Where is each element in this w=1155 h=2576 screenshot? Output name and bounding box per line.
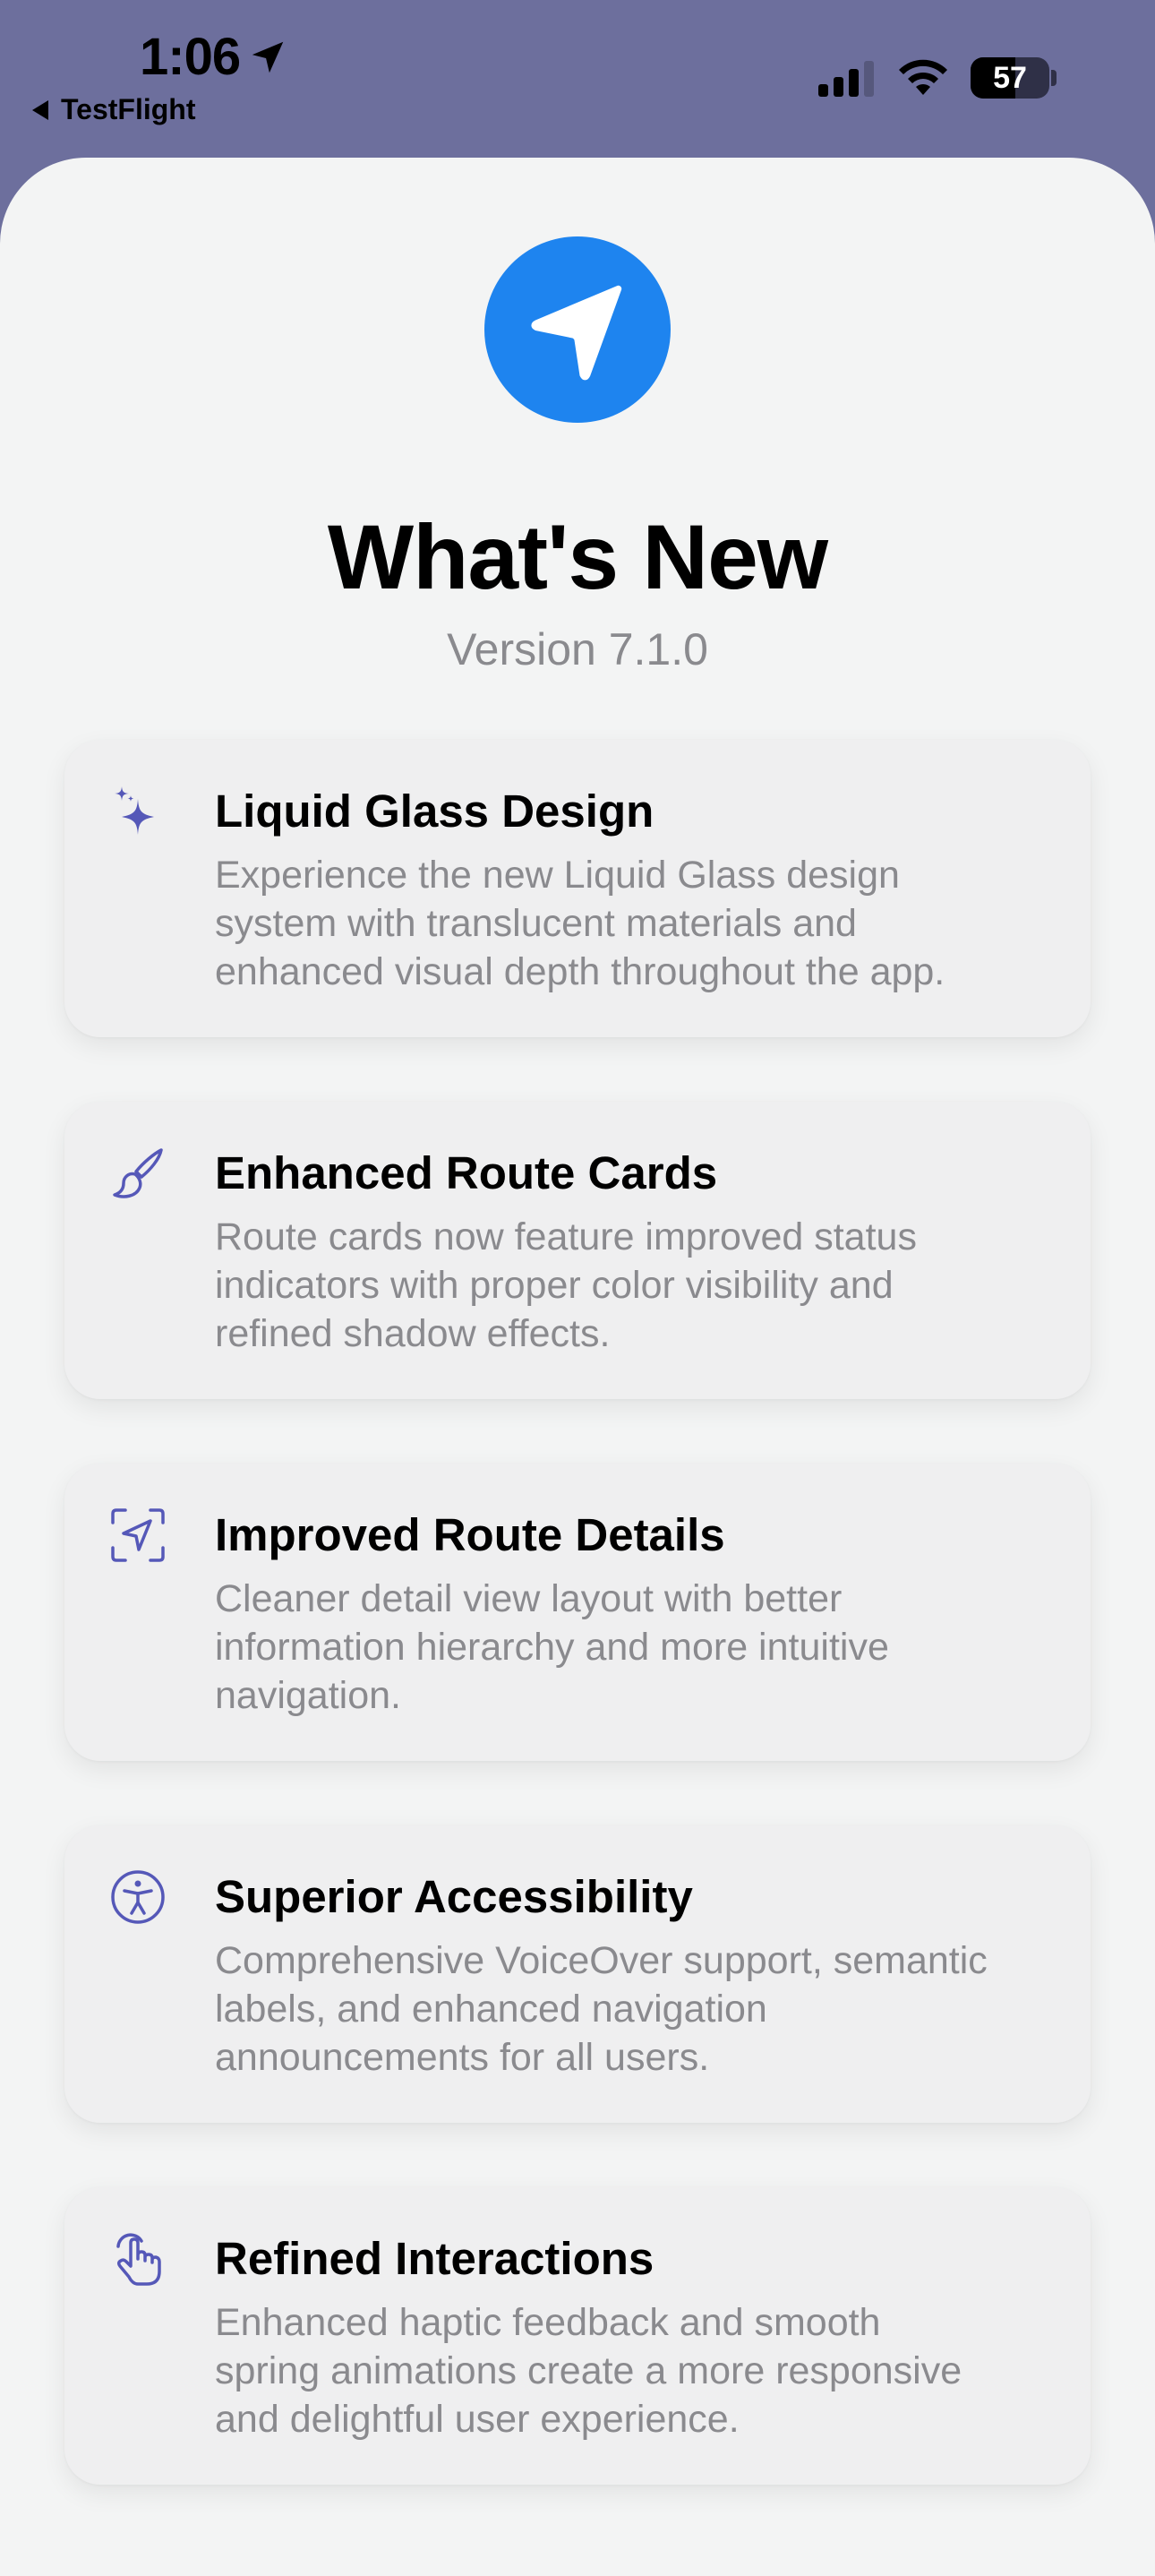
status-bar: 1:06 TestFlight 57 (0, 0, 1155, 159)
battery-nub (1051, 70, 1057, 86)
location-viewfinder-icon (109, 1507, 167, 1564)
clock-time: 1:06 (140, 28, 241, 86)
sparkles-icon (109, 783, 167, 840)
back-to-testflight-link[interactable]: TestFlight (32, 93, 196, 126)
feature-title: Superior Accessibility (215, 1871, 693, 1922)
navigation-arrow-icon (531, 285, 622, 381)
feature-title: Enhanced Route Cards (215, 1147, 718, 1198)
location-viewfinder-icon-glyph (111, 1508, 165, 1562)
feature-card: Superior Accessibility Comprehensive Voi… (64, 1825, 1091, 2123)
feature-description: Cleaner detail view layout with better i… (215, 1577, 889, 1717)
feature-card: Refined Interactions Enhanced haptic fee… (64, 2187, 1091, 2485)
wifi-icon (899, 59, 947, 95)
back-link-label: TestFlight (61, 93, 196, 125)
feature-title: Refined Interactions (215, 2233, 654, 2284)
feature-description: Enhanced haptic feedback and smooth spri… (215, 2301, 962, 2441)
paintbrush-icon-glyph (113, 1148, 163, 1198)
version-label: Version 7.1.0 (447, 624, 708, 674)
page-title: What's New (327, 506, 828, 608)
hand-tap-icon-glyph (116, 2233, 161, 2286)
accessibility-icon (109, 1868, 167, 1926)
feature-title: Improved Route Details (215, 1509, 725, 1560)
cellular-signal-icon (818, 59, 874, 97)
feature-card: Liquid Glass Design Experience the new L… (64, 740, 1091, 1037)
feature-description: Route cards now feature improved status … (215, 1215, 917, 1355)
paintbrush-icon (109, 1145, 167, 1202)
clock: 1:06 (140, 27, 288, 87)
accessibility-icon-glyph (111, 1870, 165, 1924)
feature-title: Liquid Glass Design (215, 786, 654, 837)
back-triangle-icon (32, 99, 48, 120)
feature-card: Improved Route Details Cleaner detail vi… (64, 1464, 1091, 1761)
hand-tap-icon (109, 2230, 167, 2288)
location-arrow-icon (252, 41, 284, 73)
feature-description: Experience the new Liquid Glass design s… (215, 854, 945, 993)
whats-new-sheet: What's New Version 7.1.0 Liquid Glass De… (0, 158, 1155, 2576)
battery-icon: 57 (971, 57, 1049, 99)
battery-percent: 57 (993, 60, 1027, 95)
sparkles-icon-glyph (115, 786, 154, 835)
feature-card: Enhanced Route Cards Route cards now fea… (64, 1102, 1091, 1399)
feature-description: Comprehensive VoiceOver support, semanti… (215, 1939, 988, 2079)
app-icon (484, 236, 671, 423)
